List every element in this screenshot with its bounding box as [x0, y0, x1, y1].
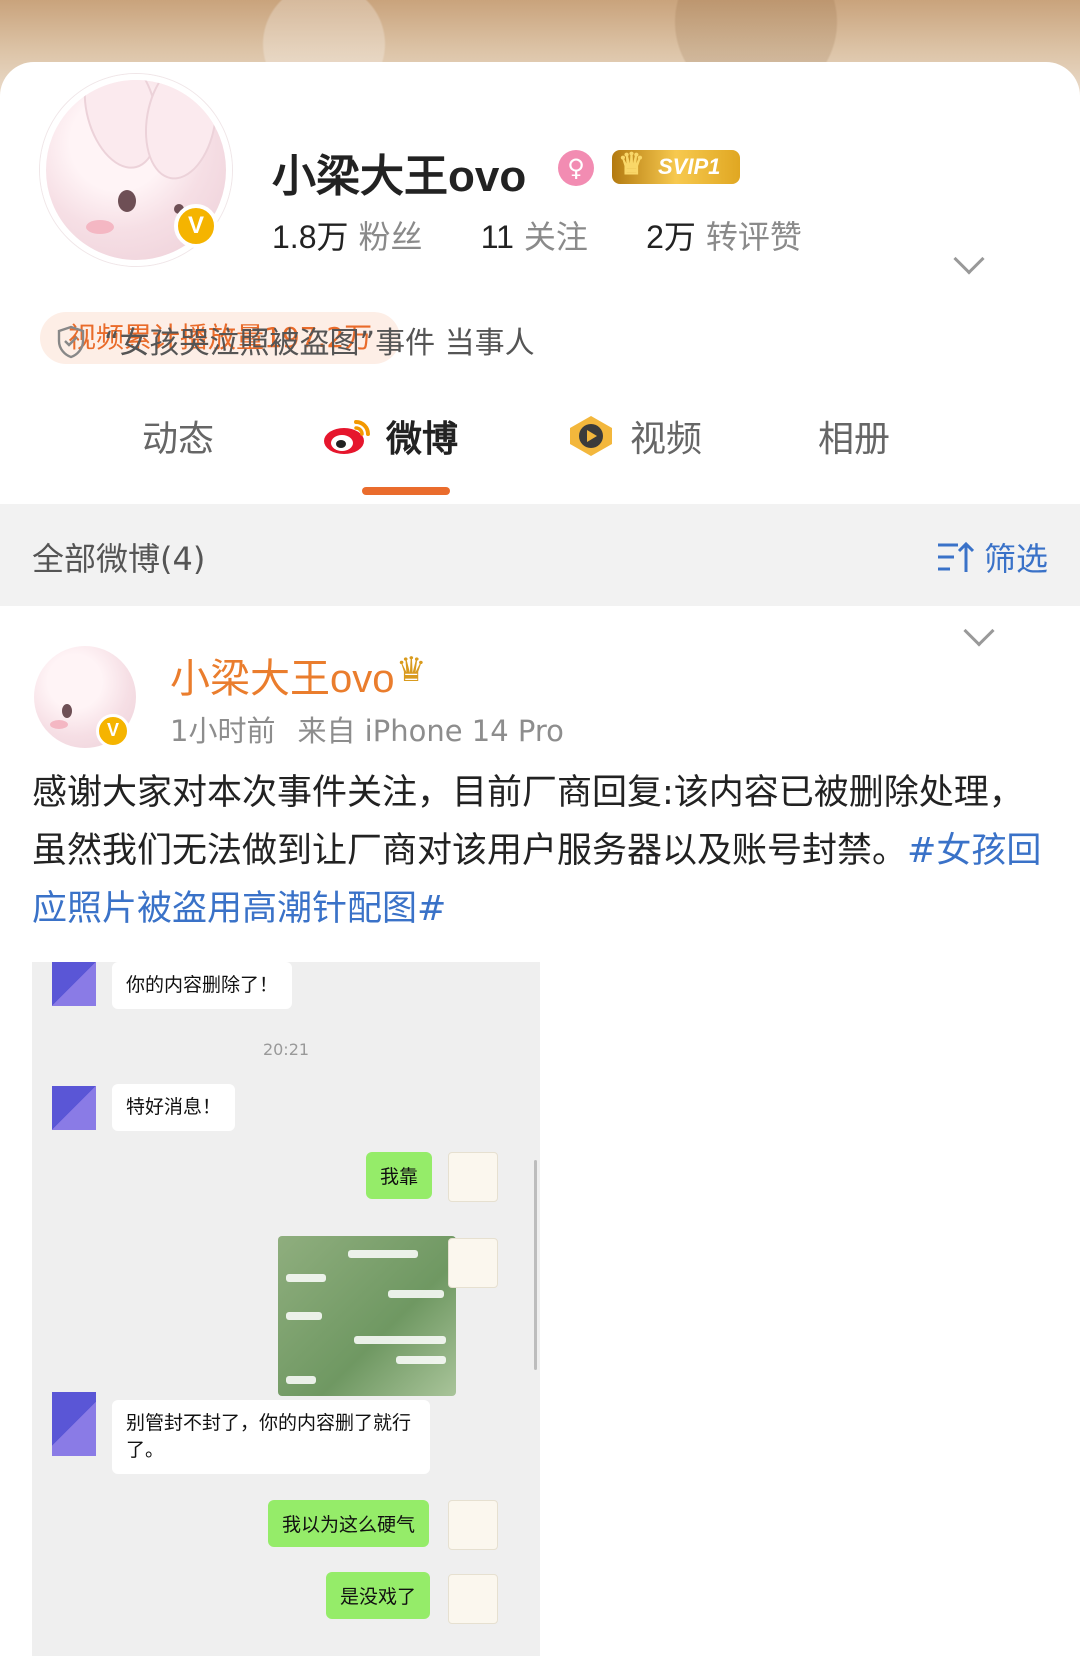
tab-weibo[interactable]: 微博	[322, 410, 458, 462]
verified-badge-icon: V	[174, 204, 218, 248]
event-tag-row[interactable]: “女孩哭泣照被盗图”事件 当事人	[56, 318, 535, 362]
weibo-post[interactable]: V 小梁大王ovo ♛ 1小时前 来自 iPhone 14 Pro 感谢大家对本次…	[0, 606, 1080, 1656]
chat-scrollbar	[534, 1160, 537, 1370]
tab-album[interactable]: 相册	[818, 410, 890, 462]
tab-feed[interactable]: 动态	[142, 410, 214, 462]
chat-message: 别管封不封了，你的内容删了就行了。	[112, 1400, 430, 1474]
vip-crown-icon: ♛	[396, 650, 427, 690]
post-menu-chevron-icon[interactable]	[963, 615, 995, 647]
stat-following[interactable]: 11 关注	[481, 212, 588, 258]
post-author-name[interactable]: 小梁大王ovo	[170, 646, 395, 704]
post-image-chat-screenshot[interactable]: 你的内容删除了！ 20:21 特好消息！ 我靠 别管封不封了，你的内容删了就行了…	[32, 962, 540, 1656]
post-body: 感谢大家对本次事件关注，目前厂商回复:该内容已被删除处理，虽然我们无法做到让厂商…	[32, 773, 1042, 929]
female-gender-icon: ♀	[558, 150, 594, 186]
video-tab-icon	[570, 416, 612, 456]
chat-embedded-screenshot	[278, 1236, 456, 1396]
post-meta: 1小时前 来自 iPhone 14 Pro	[170, 708, 564, 750]
profile-stats: 1.8万 粉丝 11 关注 2万 转评赞	[272, 212, 850, 258]
shield-icon	[57, 325, 85, 359]
post-time: 1小时前	[170, 714, 276, 748]
chat-reply: 是没戏了	[326, 1572, 431, 1619]
chat-message: 你的内容删除了！	[112, 962, 293, 1009]
profile-tabs: 动态 微博 视频 相册	[0, 410, 1080, 500]
chat-reply: 我以为这么硬气	[268, 1500, 430, 1547]
post-verified-badge-icon: V	[96, 714, 130, 748]
stat-interactions[interactable]: 2万 转评赞	[646, 212, 802, 258]
profile-username: 小梁大王ovo	[272, 152, 527, 201]
stat-followers[interactable]: 1.8万 粉丝	[272, 212, 423, 258]
chat-reply: 我靠	[366, 1152, 433, 1199]
crown-icon: ♛	[618, 148, 645, 181]
chat-message: 特好消息！	[112, 1084, 236, 1131]
weibo-logo-icon	[324, 420, 370, 454]
filter-bar: 全部微博(4) 筛选	[0, 504, 1080, 606]
filter-button[interactable]: 筛选	[936, 534, 1048, 580]
all-weibo-count: 全部微博(4)	[32, 540, 206, 578]
filter-icon	[937, 541, 974, 572]
event-tag-text: “女孩哭泣照被盗图”事件 当事人	[104, 326, 535, 361]
expand-chevron-down-icon[interactable]	[953, 243, 985, 275]
tab-video[interactable]: 视频	[566, 410, 702, 462]
chat-timestamp: 20:21	[262, 1040, 310, 1059]
svip-badge[interactable]: ♛ SVIP1	[612, 148, 740, 184]
active-tab-indicator	[362, 487, 450, 495]
post-source: 来自 iPhone 14 Pro	[297, 714, 564, 748]
